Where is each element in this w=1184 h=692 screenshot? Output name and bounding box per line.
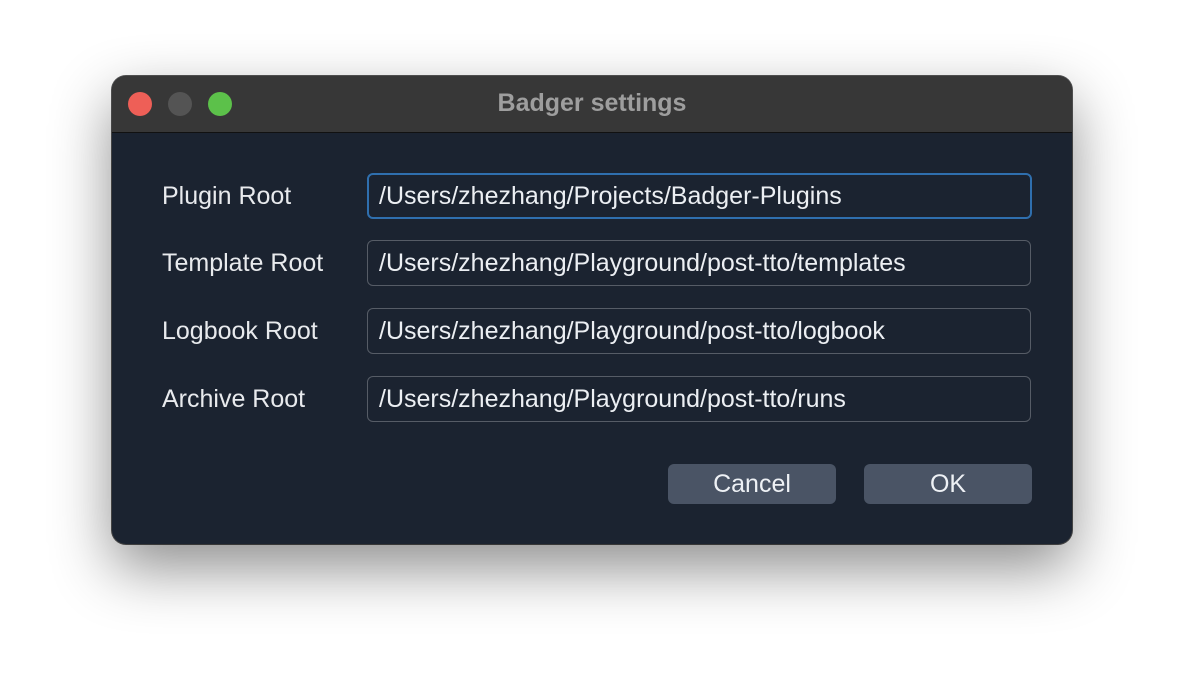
archive-root-input[interactable]: /Users/zhezhang/Playground/post-tto/runs: [367, 376, 1031, 422]
plugin-root-input[interactable]: /Users/zhezhang/Projects/Badger-Plugins: [367, 173, 1032, 219]
plugin-root-row: Plugin Root /Users/zhezhang/Projects/Bad…: [112, 173, 1072, 219]
settings-dialog: Badger settings Plugin Root /Users/zhezh…: [112, 76, 1072, 544]
settings-form: Plugin Root /Users/zhezhang/Projects/Bad…: [112, 133, 1072, 544]
template-root-row: Template Root /Users/zhezhang/Playground…: [112, 240, 1072, 286]
cancel-button[interactable]: Cancel: [668, 464, 836, 504]
archive-root-row: Archive Root /Users/zhezhang/Playground/…: [112, 376, 1072, 422]
window-title: Badger settings: [497, 89, 687, 117]
plugin-root-label: Plugin Root: [162, 182, 292, 210]
logbook-root-label: Logbook Root: [162, 317, 318, 345]
ok-button[interactable]: OK: [864, 464, 1032, 504]
title-bar[interactable]: Badger settings: [112, 76, 1072, 133]
template-root-input[interactable]: /Users/zhezhang/Playground/post-tto/temp…: [367, 240, 1031, 286]
template-root-label: Template Root: [162, 249, 324, 277]
logbook-root-row: Logbook Root /Users/zhezhang/Playground/…: [112, 308, 1072, 354]
logbook-root-input[interactable]: /Users/zhezhang/Playground/post-tto/logb…: [367, 308, 1031, 354]
archive-root-label: Archive Root: [162, 385, 306, 413]
